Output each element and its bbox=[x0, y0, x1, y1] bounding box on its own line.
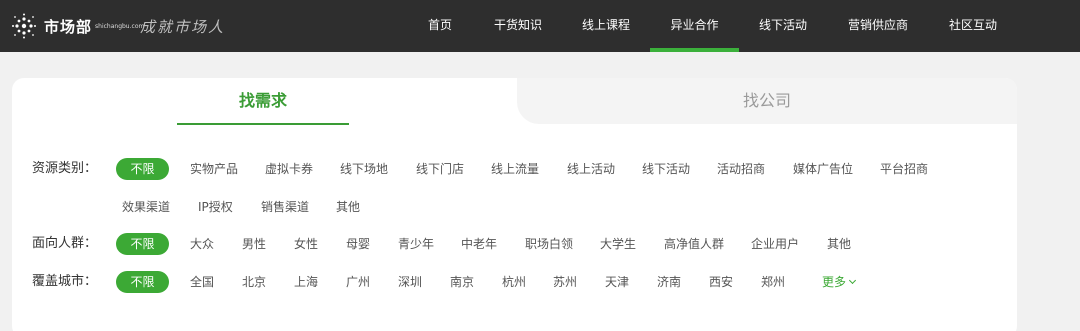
audience-option[interactable]: 企业用户 bbox=[751, 233, 799, 255]
audience-option[interactable]: 青少年 bbox=[398, 233, 434, 255]
nav-item-online-courses[interactable]: 线上课程 bbox=[573, 0, 639, 52]
top-nav-bar: 市场部 shichangbu.com 成就市场人 首页 干货知识 线上课程 异业… bbox=[0, 0, 1080, 52]
city-option[interactable]: 天津 bbox=[605, 271, 629, 293]
audience-label: 面向人群： bbox=[32, 236, 98, 251]
audience-option[interactable]: 中老年 bbox=[461, 233, 497, 255]
resource-option[interactable]: 线下场地 bbox=[340, 158, 388, 180]
resource-option[interactable]: IP授权 bbox=[198, 196, 233, 218]
resource-option[interactable]: 效果渠道 bbox=[122, 196, 170, 218]
resource-type-label: 资源类别： bbox=[32, 161, 98, 176]
audience-option[interactable]: 大学生 bbox=[600, 233, 636, 255]
resource-option[interactable]: 媒体广告位 bbox=[793, 158, 853, 180]
site-slogan: 成就市场人 bbox=[140, 18, 226, 36]
site-logo[interactable]: 市场部 shichangbu.com bbox=[10, 10, 144, 42]
logo-domain: shichangbu.com bbox=[95, 22, 145, 30]
audience-option[interactable]: 高净值人群 bbox=[664, 233, 724, 255]
resource-all-button[interactable]: 不限 bbox=[116, 158, 169, 180]
audience-option[interactable]: 其他 bbox=[827, 233, 851, 255]
audience-option[interactable]: 男性 bbox=[242, 233, 266, 255]
city-option[interactable]: 深圳 bbox=[398, 271, 422, 293]
logo-text: 市场部 bbox=[44, 17, 93, 36]
audience-option[interactable]: 女性 bbox=[294, 233, 318, 255]
nav-item-home[interactable]: 首页 bbox=[416, 0, 464, 52]
city-all-button[interactable]: 不限 bbox=[116, 271, 169, 293]
resource-option[interactable]: 其他 bbox=[336, 196, 360, 218]
audience-all-button[interactable]: 不限 bbox=[116, 233, 169, 255]
audience-option[interactable]: 母婴 bbox=[346, 233, 370, 255]
city-option[interactable]: 济南 bbox=[657, 271, 681, 293]
logo-icon bbox=[12, 13, 36, 39]
resource-option[interactable]: 销售渠道 bbox=[261, 196, 309, 218]
resource-option[interactable]: 虚拟卡券 bbox=[265, 158, 313, 180]
city-label: 覆盖城市： bbox=[32, 274, 98, 289]
nav-item-cross-industry[interactable]: 异业合作 bbox=[650, 0, 739, 52]
city-more-label: 更多 bbox=[822, 275, 847, 289]
nav-item-knowledge[interactable]: 干货知识 bbox=[486, 0, 550, 52]
audience-option[interactable]: 大众 bbox=[190, 233, 214, 255]
resource-option[interactable]: 线上活动 bbox=[567, 158, 615, 180]
nav-item-community[interactable]: 社区互动 bbox=[940, 0, 1006, 52]
city-option[interactable]: 西安 bbox=[709, 271, 733, 293]
nav-item-offline-events[interactable]: 线下活动 bbox=[750, 0, 816, 52]
resource-option[interactable]: 线上流量 bbox=[491, 158, 539, 180]
nav-item-suppliers[interactable]: 营销供应商 bbox=[838, 0, 918, 52]
resource-option[interactable]: 线下门店 bbox=[416, 158, 464, 180]
city-option[interactable]: 全国 bbox=[190, 271, 214, 293]
resource-option[interactable]: 平台招商 bbox=[880, 158, 928, 180]
tab-find-demand[interactable]: 找需求 bbox=[177, 78, 349, 125]
city-option[interactable]: 苏州 bbox=[553, 271, 577, 293]
resource-option[interactable]: 活动招商 bbox=[717, 158, 765, 180]
filter-card: 找需求 找公司 资源类别： 不限 实物产品 虚拟卡券 线下场地 线下门店 线上流… bbox=[12, 78, 1017, 331]
tab-find-company[interactable]: 找公司 bbox=[517, 78, 1017, 124]
city-option[interactable]: 上海 bbox=[294, 271, 318, 293]
audience-option[interactable]: 职场白领 bbox=[525, 233, 573, 255]
chevron-down-icon bbox=[848, 276, 857, 285]
resource-option[interactable]: 实物产品 bbox=[190, 158, 238, 180]
city-more-button[interactable]: 更多 bbox=[822, 271, 857, 293]
city-option[interactable]: 南京 bbox=[450, 271, 474, 293]
city-option[interactable]: 广州 bbox=[346, 271, 370, 293]
resource-option[interactable]: 线下活动 bbox=[642, 158, 690, 180]
city-option[interactable]: 杭州 bbox=[502, 271, 526, 293]
city-option[interactable]: 北京 bbox=[242, 271, 266, 293]
city-option[interactable]: 郑州 bbox=[761, 271, 785, 293]
